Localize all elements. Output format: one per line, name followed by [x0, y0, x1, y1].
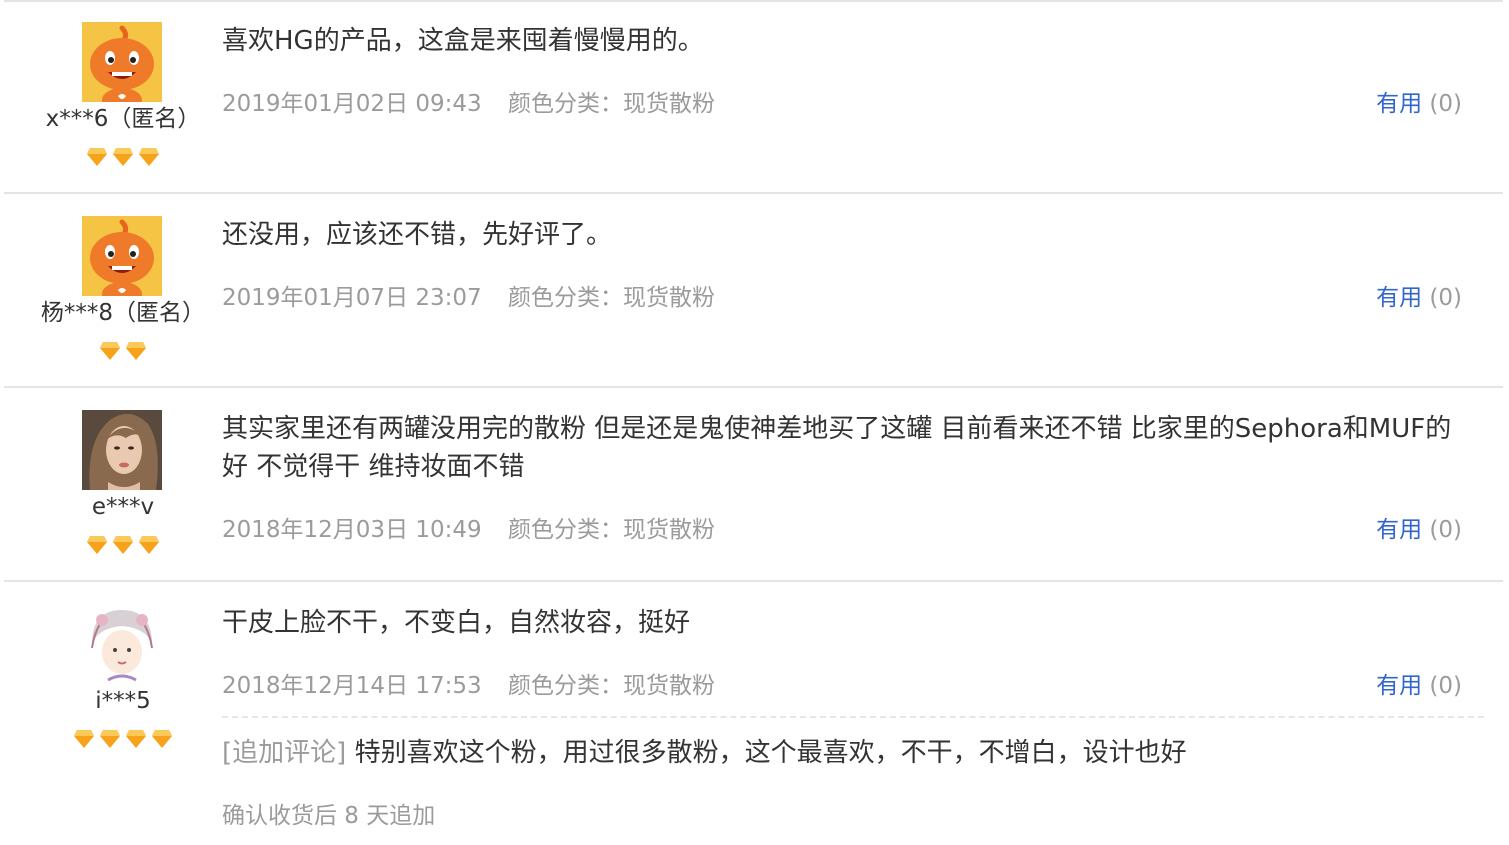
- append-text: 特别喜欢这个粉，用过很多散粉，这个最喜欢，不干，不增白，设计也好: [354, 738, 1187, 768]
- diamond-icon: [86, 535, 108, 555]
- useful-button[interactable]: 有用 (0): [1376, 666, 1462, 700]
- useful-count: (0): [1429, 285, 1462, 311]
- diamond-icon: [125, 729, 147, 749]
- rating-gems: [4, 535, 242, 557]
- sku-info: 颜色分类：现货散粉: [508, 285, 715, 311]
- append-review: [追加评论] 特别喜欢这个粉，用过很多散粉，这个最喜欢，不干，不增白，设计也好: [222, 734, 1462, 772]
- diamond-icon: [99, 341, 121, 361]
- useful-button[interactable]: 有用 (0): [1376, 84, 1462, 118]
- diamond-icon: [125, 341, 147, 361]
- review-meta: 2018年12月03日 10:49 颜色分类：现货散粉 有用 (0): [222, 510, 1462, 543]
- orange-mascot-icon: [82, 22, 162, 102]
- useful-count: (0): [1429, 517, 1462, 543]
- review-text: 喜欢HG的产品，这盒是来囤着慢慢用的。: [222, 26, 704, 56]
- cartoon-girl-icon: [82, 604, 162, 684]
- diamond-icon: [151, 729, 173, 749]
- avatar[interactable]: [82, 216, 162, 296]
- useful-label: 有用: [1376, 91, 1423, 117]
- review-meta: 2019年01月02日 09:43 颜色分类：现货散粉 有用 (0): [222, 84, 1462, 117]
- orange-mascot-icon: [82, 216, 162, 296]
- review-date: 2019年01月02日 09:43: [222, 91, 482, 117]
- diamond-icon: [86, 147, 108, 167]
- avatar[interactable]: [82, 604, 162, 684]
- rating-gems: [4, 147, 242, 169]
- useful-button[interactable]: 有用 (0): [1376, 278, 1462, 312]
- review-text: 其实家里还有两罐没用完的散粉 但是还是鬼使神差地买了这罐 目前看来还不错 比家里…: [222, 414, 1452, 482]
- diamond-icon: [73, 729, 95, 749]
- useful-button[interactable]: 有用 (0): [1376, 510, 1462, 544]
- append-note: 确认收货后 8 天追加: [222, 803, 436, 829]
- username: 杨***8（匿名）: [40, 300, 206, 326]
- diamond-icon: [112, 147, 134, 167]
- review-item: 杨***8（匿名） 还没用，应该还不错，先好评了。 2019年01月07日 23…: [4, 196, 1503, 388]
- rating-gems: [4, 729, 242, 751]
- useful-label: 有用: [1376, 517, 1423, 543]
- username: x***6（匿名）: [45, 106, 201, 132]
- diamond-icon: [112, 535, 134, 555]
- useful-label: 有用: [1376, 285, 1423, 311]
- diamond-icon: [99, 729, 121, 749]
- woman-photo-icon: [82, 410, 162, 490]
- avatar[interactable]: [82, 410, 162, 490]
- review-text: 干皮上脸不干，不变白，自然妆容，挺好: [222, 608, 691, 638]
- sku-info: 颜色分类：现货散粉: [508, 673, 715, 699]
- review-text: 还没用，应该还不错，先好评了。: [222, 220, 613, 250]
- append-divider: [222, 716, 1484, 718]
- review-date: 2018年12月14日 17:53: [222, 673, 482, 699]
- sku-info: 颜色分类：现货散粉: [508, 517, 715, 543]
- rating-gems: [4, 341, 242, 363]
- username: i***5: [95, 688, 151, 714]
- review-date: 2018年12月03日 10:49: [222, 517, 482, 543]
- review-list: x***6（匿名） 喜欢HG的产品，这盒是来囤着慢慢用的。 2019年01月02…: [0, 0, 1509, 845]
- avatar[interactable]: [82, 22, 162, 102]
- review-item: x***6（匿名） 喜欢HG的产品，这盒是来囤着慢慢用的。 2019年01月02…: [4, 2, 1503, 194]
- review-meta: 2018年12月14日 17:53 颜色分类：现货散粉 有用 (0): [222, 666, 1462, 699]
- useful-count: (0): [1429, 91, 1462, 117]
- review-date: 2019年01月07日 23:07: [222, 285, 482, 311]
- append-tag: [追加评论]: [222, 738, 347, 768]
- review-item: e***v 其实家里还有两罐没用完的散粉 但是还是鬼使神差地买了这罐 目前看来还…: [4, 390, 1503, 582]
- diamond-icon: [138, 535, 160, 555]
- sku-info: 颜色分类：现货散粉: [508, 91, 715, 117]
- useful-count: (0): [1429, 673, 1462, 699]
- username: e***v: [91, 494, 155, 520]
- diamond-icon: [138, 147, 160, 167]
- review-meta: 2019年01月07日 23:07 颜色分类：现货散粉 有用 (0): [222, 278, 1462, 311]
- useful-label: 有用: [1376, 673, 1423, 699]
- review-item: i***5 干皮上脸不干，不变白，自然妆容，挺好 2018年12月14日 17:…: [4, 584, 1503, 845]
